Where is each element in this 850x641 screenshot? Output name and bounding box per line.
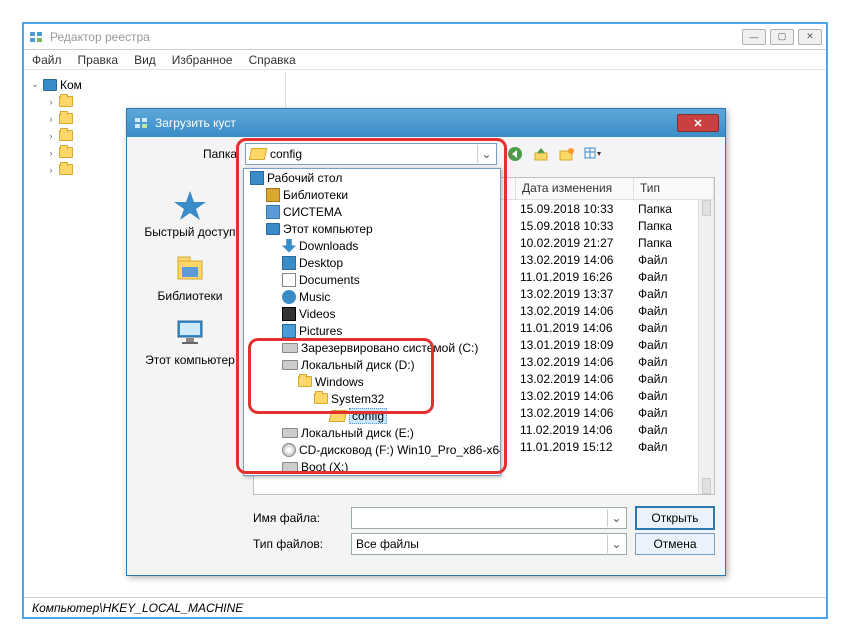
cancel-button[interactable]: Отмена [635,533,715,555]
desk-icon [282,256,296,270]
place-this-pc[interactable]: Этот компьютер [135,317,245,367]
dropdown-item[interactable]: Локальный диск (E:) [244,424,500,441]
music-icon [282,290,296,304]
chevron-down-icon[interactable]: ⌄ [607,535,625,553]
dropdown-item[interactable]: Windows [244,373,500,390]
desk-icon [250,171,264,185]
dropdown-item[interactable]: Зарезервировано системой (C:) [244,339,500,356]
menubar: Файл Правка Вид Избранное Справка [24,50,826,70]
folder-icon [59,130,73,141]
filetype-select[interactable]: Все файлы⌄ [351,533,627,555]
menu-favorites[interactable]: Избранное [172,53,233,67]
folder-combo[interactable]: config ⌄ [245,143,497,165]
dialog-close-button[interactable]: ✕ [677,114,719,132]
dropdown-item[interactable]: System32 [244,390,500,407]
dropdown-item[interactable]: Pictures [244,322,500,339]
drive-icon [282,428,298,438]
cd-icon [282,443,296,457]
menu-file[interactable]: Файл [32,53,62,67]
pc-icon [266,223,280,235]
chevron-down-icon[interactable]: ⌄ [607,509,625,527]
dropdown-item[interactable]: Videos [244,305,500,322]
minimize-button[interactable]: — [742,29,766,45]
dropdown-item[interactable]: Boot (X:) [244,458,500,475]
scrollbar[interactable] [698,200,714,494]
menu-help[interactable]: Справка [249,53,296,67]
quick-access-icon [172,189,208,221]
folder-icon [59,113,73,124]
col-date[interactable]: Дата изменения [516,178,634,199]
dropdown-item[interactable]: CD-дисковод (F:) Win10_Pro_x86-x64_wBM [244,441,500,458]
lib-icon [266,188,280,202]
libraries-icon [172,253,208,285]
place-libraries[interactable]: Библиотеки [135,253,245,303]
back-icon[interactable] [505,144,525,164]
folder-label: Папка [137,147,237,161]
computer-icon [172,317,208,349]
filename-label: Имя файла: [253,511,343,525]
filename-input[interactable]: ⌄ [351,507,627,529]
folder-icon [59,147,73,158]
dl-icon [282,239,296,253]
status-text: Компьютер\HKEY_LOCAL_MACHINE [32,601,243,615]
maximize-button[interactable]: ▢ [770,29,794,45]
folder-icon [59,164,73,175]
dropdown-item[interactable]: Desktop [244,254,500,271]
col-type[interactable]: Тип [634,178,714,199]
menu-view[interactable]: Вид [134,53,156,67]
statusbar: Компьютер\HKEY_LOCAL_MACHINE [24,597,826,617]
dropdown-item[interactable]: config [244,407,500,424]
filetype-label: Тип файлов: [253,537,343,551]
drive-icon [282,462,298,472]
chevron-down-icon[interactable]: ⌄ [477,145,495,163]
dropdown-item[interactable]: Библиотеки [244,186,500,203]
menu-edit[interactable]: Правка [78,53,119,67]
sys-icon [266,205,280,219]
dropdown-item[interactable]: Локальный диск (D:) [244,356,500,373]
dropdown-item[interactable]: Downloads [244,237,500,254]
doc-icon [282,273,296,287]
regedit-icon [133,115,149,131]
place-quick-access[interactable]: Быстрый доступ [135,189,245,239]
dropdown-item[interactable]: Этот компьютер [244,220,500,237]
folder-icon [298,376,312,387]
dropdown-item[interactable]: Documents [244,271,500,288]
main-titlebar: Редактор реестра — ▢ ✕ [24,24,826,50]
new-folder-icon[interactable] [557,144,577,164]
dropdown-item[interactable]: Music [244,288,500,305]
folder-value: config [270,147,302,161]
view-menu-icon[interactable] [583,144,603,164]
up-icon[interactable] [531,144,551,164]
folder-open-icon [249,148,268,160]
dropdown-item[interactable]: sources [244,475,500,476]
folder-open-icon [329,410,348,422]
open-button[interactable]: Открыть [635,506,715,530]
places-bar: Быстрый доступ Библиотеки Этот компьютер [135,177,245,495]
close-button[interactable]: ✕ [798,29,822,45]
pic-icon [282,324,296,338]
folder-dropdown[interactable]: Рабочий столБиблиотекиСИСТЕМАЭтот компью… [243,168,501,476]
regedit-icon [28,29,44,45]
tree-root[interactable]: Ком [60,78,82,92]
dropdown-item[interactable]: СИСТЕМА [244,203,500,220]
main-title: Редактор реестра [50,30,742,44]
drive-icon [282,343,298,353]
drive-icon [282,360,298,370]
vid-icon [282,307,296,321]
dropdown-item[interactable]: Рабочий стол [244,169,500,186]
folder-icon [59,96,73,107]
folder-icon [314,393,328,404]
dialog-title: Загрузить куст [155,116,677,130]
dialog-titlebar[interactable]: Загрузить куст ✕ [127,109,725,137]
computer-icon [43,79,57,91]
